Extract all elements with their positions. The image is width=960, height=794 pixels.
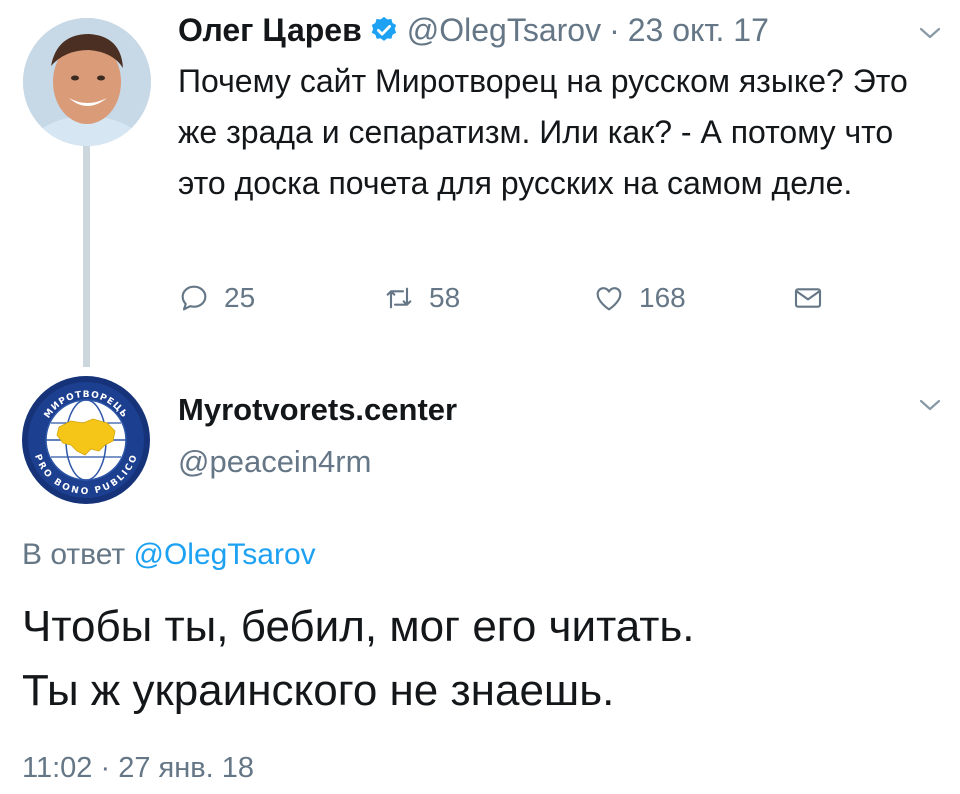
verified-badge-icon bbox=[369, 15, 399, 45]
avatar-photo bbox=[23, 18, 151, 146]
tweet2-text-line1: Чтобы ты, бебил, мог его читать. bbox=[22, 602, 695, 651]
direct-message-icon bbox=[794, 288, 822, 308]
avatar-oleg-tsarov[interactable] bbox=[23, 18, 151, 146]
reply-icon bbox=[181, 285, 207, 311]
chevron-down-icon[interactable] bbox=[918, 25, 942, 41]
direct-message-button[interactable] bbox=[792, 278, 838, 318]
reply-context: В ответ @OlegTsarov bbox=[22, 538, 316, 572]
like-count: 168 bbox=[639, 282, 686, 313]
tweet1-author-handle[interactable]: @OlegTsarov bbox=[407, 12, 601, 49]
myrotvorets-logo: МИРОТВОРЕЦЬ PRO BONO PUBLICO bbox=[22, 376, 150, 504]
tweet1-date[interactable]: 23 окт. 17 bbox=[628, 12, 769, 49]
retweet-button[interactable]: 58 bbox=[383, 278, 460, 318]
tweet1-separator: · bbox=[609, 11, 620, 48]
chevron-down-icon[interactable] bbox=[918, 397, 942, 413]
thread-connector-line bbox=[83, 145, 90, 367]
reply-mention-link[interactable]: @OlegTsarov bbox=[133, 538, 315, 571]
avatar-myrotvorets[interactable]: МИРОТВОРЕЦЬ PRO BONO PUBLICO bbox=[21, 375, 151, 505]
tweet2-author-handle[interactable]: @peacein4rm bbox=[178, 444, 371, 480]
reply-button[interactable]: 25 bbox=[178, 278, 255, 318]
tweet1-header: Олег Царев @OlegTsarov · 23 окт. 17 bbox=[178, 10, 769, 50]
reply-prefix: В ответ bbox=[22, 538, 126, 571]
tweet2-timestamp[interactable]: 11:02 · 27 янв. 18 bbox=[22, 752, 254, 785]
reply-count: 25 bbox=[224, 282, 256, 313]
retweet-count: 58 bbox=[429, 282, 461, 313]
tweet1-action-bar: 25 58 168 bbox=[178, 278, 838, 318]
tweet2-text-line2: Ты ж украинского не знаешь. bbox=[22, 666, 615, 715]
retweet-icon bbox=[386, 287, 412, 309]
like-icon bbox=[596, 287, 622, 311]
tweet1-author-name[interactable]: Олег Царев bbox=[178, 12, 362, 49]
tweet1-text: Почему сайт Миротворец на русском языке?… bbox=[178, 63, 908, 201]
tweet2-text: Чтобы ты, бебил, мог его читать. Ты ж ук… bbox=[22, 595, 942, 723]
tweet2-author-name[interactable]: Myrotvorets.center bbox=[178, 392, 457, 428]
like-button[interactable]: 168 bbox=[593, 278, 686, 318]
